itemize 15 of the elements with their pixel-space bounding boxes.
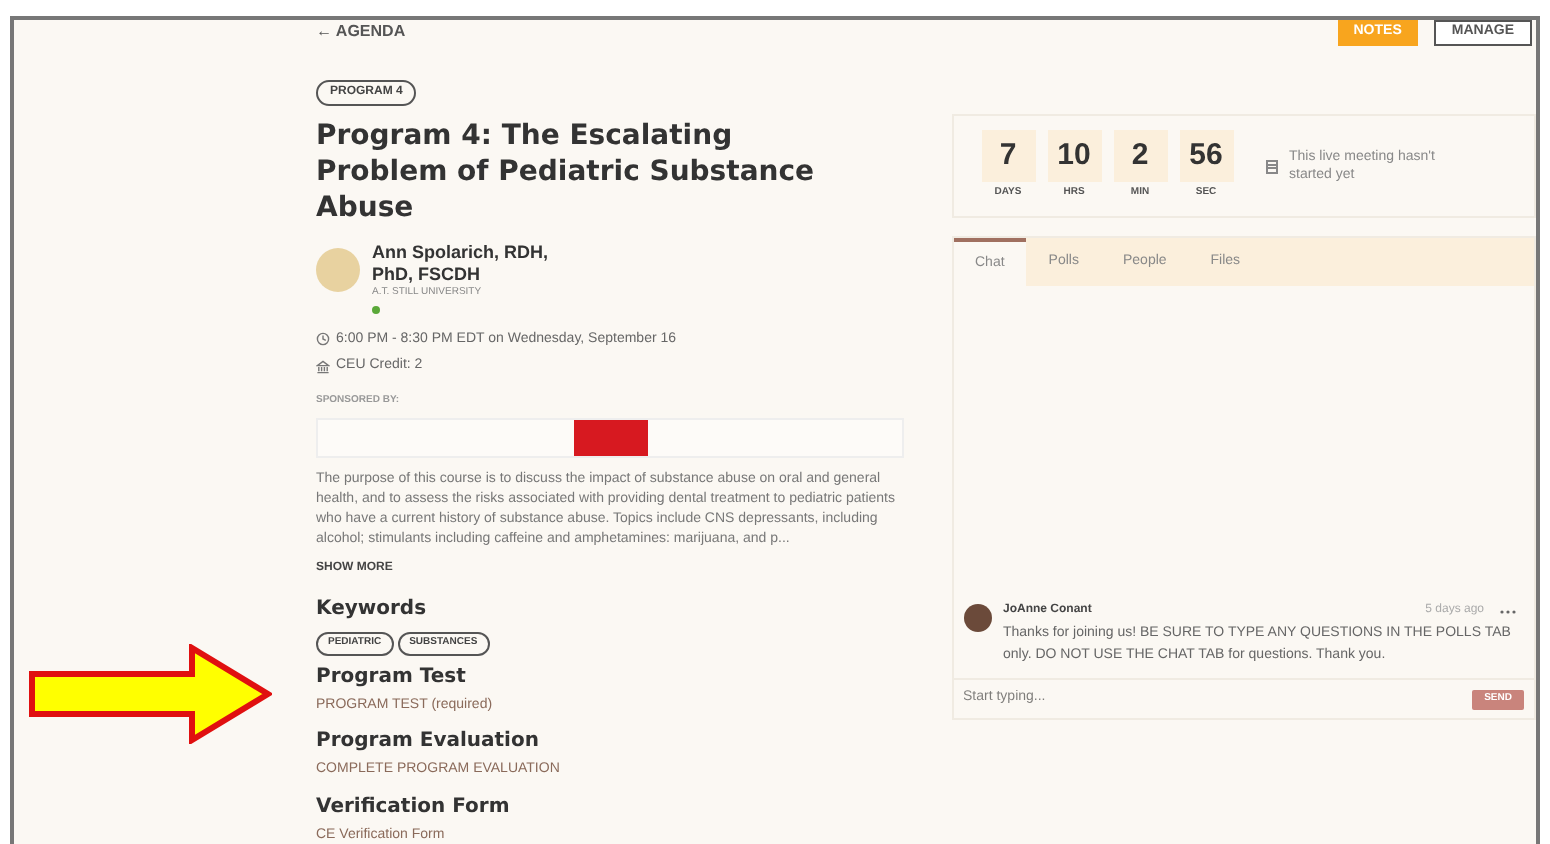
sponsor-logo [573,420,647,456]
countdown-value: 56 [1179,130,1233,183]
program-title: Program 4: The Escalating Problem of Pediatric Substance Abuse [316,118,817,226]
keywords-heading: Keywords [316,596,429,624]
countdown-value: 10 [1047,130,1101,183]
calendar-icon [1265,159,1277,173]
speaker-name: Ann Spolarich, RDH, PhD, FSCDH [372,242,551,286]
countdown-value: 2 [1113,130,1167,183]
institution-icon [316,359,330,374]
section-heading: Verification Form [316,793,512,819]
countdown-value: 7 [981,130,1035,183]
back-link[interactable]: ← AGENDA [316,20,406,44]
section-heading: Program Test [316,663,468,689]
section-heading: Program Evaluation [316,728,541,754]
clock-icon [316,332,330,347]
